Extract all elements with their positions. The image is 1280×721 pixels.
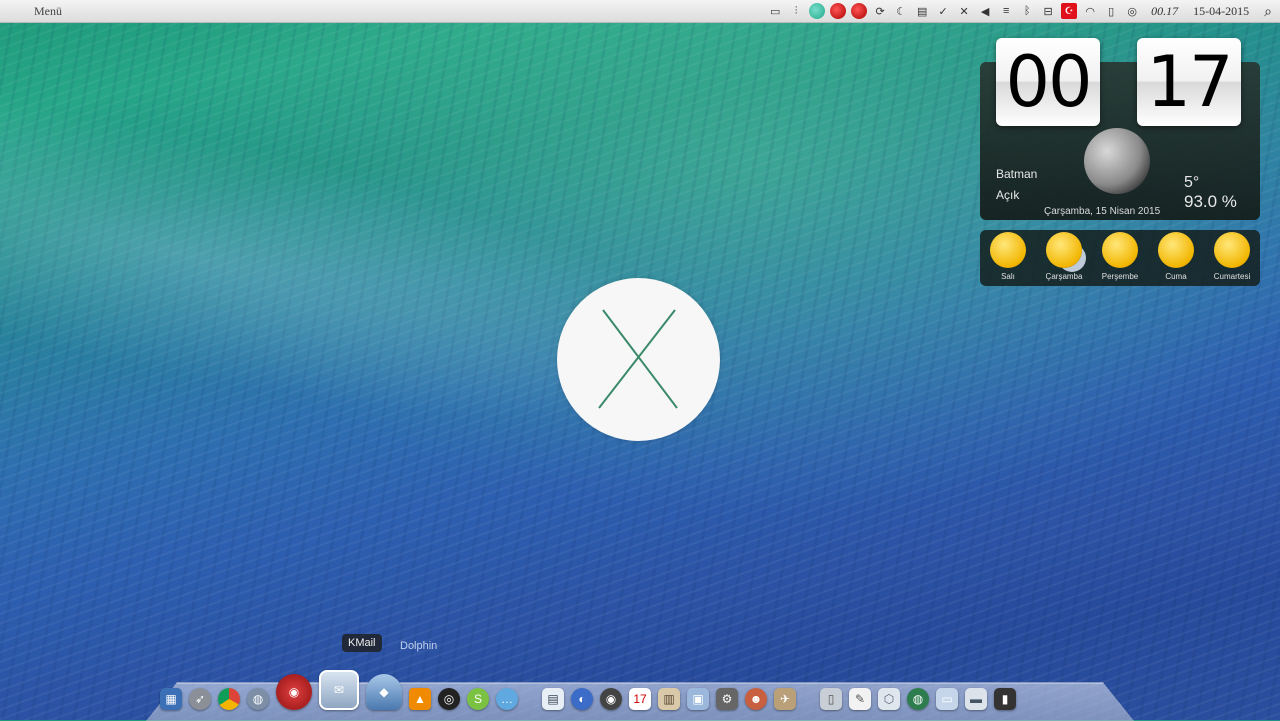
dock-tooltip: KMail — [342, 634, 382, 652]
menu-label[interactable]: Menü — [34, 4, 62, 19]
forecast-day: Cumartesi — [1204, 232, 1260, 281]
forecast-day-label: Çarşamba — [1045, 272, 1083, 281]
forecast-day: Salı — [980, 232, 1036, 281]
forecast-day: Çarşamba — [1036, 232, 1092, 281]
photo-icon[interactable]: ▣ — [687, 688, 709, 710]
x-mark-icon — [598, 309, 678, 409]
settings-icon[interactable]: ⚙ — [716, 688, 738, 710]
game-icon[interactable]: ☻ — [745, 688, 767, 710]
flag-icon[interactable]: ☪ — [1061, 3, 1078, 19]
forecast-day: Cuma — [1148, 232, 1204, 281]
media-icon[interactable] — [851, 3, 868, 19]
weather-forecast: Salı Çarşamba Perşembe Cuma Cumartesi — [980, 230, 1260, 286]
forecast-day-label: Cuma — [1165, 272, 1187, 281]
system-tray: ▭ ⫶ ⟳ ☾ ▤ ✓ ✕ ◀ ≡ ᛒ ⊟ ☪ ◠ ▯ ◎ 00.17 15-0… — [767, 3, 1280, 20]
kmail-icon[interactable]: ✉ — [319, 670, 359, 710]
launchpad-icon[interactable]: ➶ — [189, 688, 211, 710]
check-icon[interactable]: ✓ — [935, 3, 951, 19]
weather-condition: Açık — [996, 188, 1020, 202]
books-icon[interactable]: ▥ — [658, 688, 680, 710]
moon-icon — [1084, 128, 1150, 194]
network-icon[interactable]: ≡ — [998, 3, 1014, 19]
dolphin-icon[interactable]: ◆ — [366, 674, 402, 710]
terminal-icon[interactable]: ▮ — [994, 688, 1016, 710]
moon-icon[interactable]: ☾ — [893, 3, 909, 19]
weather-date: Çarşamba, 15 Nisan 2015 — [1044, 206, 1161, 217]
user-icon[interactable]: ◎ — [1124, 3, 1140, 19]
device-icon[interactable]: ▭ — [767, 3, 783, 19]
notes-icon[interactable]: ✎ — [849, 688, 871, 710]
menubar-date[interactable]: 15-04-2015 — [1193, 4, 1249, 19]
phone-app-icon[interactable]: ▯ — [820, 688, 842, 710]
clock-hours: 00 — [996, 38, 1100, 126]
sync-icon[interactable]: ⟳ — [872, 3, 888, 19]
tools-icon[interactable]: ✕ — [956, 3, 972, 19]
forecast-day-label: Cumartesi — [1213, 272, 1251, 281]
clock-weather-widget[interactable]: 00 17 Batman Açık 5° 93.0 % Çarşamba, 15… — [980, 36, 1260, 286]
camera-icon[interactable]: ◉ — [600, 688, 622, 710]
wifi-icon[interactable]: ◠ — [1082, 3, 1098, 19]
dashboard-icon[interactable]: ◎ — [438, 688, 460, 710]
chrome-icon[interactable] — [218, 688, 240, 710]
bluetooth-icon[interactable]: ᛒ — [1019, 3, 1035, 19]
partly-cloudy-icon — [1046, 232, 1082, 268]
search-icon[interactable]: ⌕ — [1264, 3, 1272, 20]
calendar-icon[interactable]: 17 — [629, 688, 651, 710]
weather-humidity: 93.0 % — [1184, 192, 1237, 211]
skype-icon[interactable]: S — [467, 688, 489, 710]
media-player-icon[interactable]: ◉ — [276, 674, 312, 710]
drive-icon[interactable]: ▬ — [965, 688, 987, 710]
volume-icon[interactable]: ◀ — [977, 3, 993, 19]
bird-icon[interactable]: ✈ — [774, 688, 796, 710]
weather-temperature: 5° — [1184, 174, 1200, 191]
forecast-day-label: Salı — [1001, 272, 1015, 281]
top-menubar: Menü ▭ ⫶ ⟳ ☾ ▤ ✓ ✕ ◀ ≡ ᛒ ⊟ ☪ ◠ ▯ ◎ 00.17… — [0, 0, 1280, 23]
sun-icon — [1158, 232, 1194, 268]
package-icon[interactable]: ⬡ — [878, 688, 900, 710]
forecast-day: Perşembe — [1092, 232, 1148, 281]
record-icon[interactable] — [830, 3, 847, 19]
dock-hover-label: Dolphin — [400, 640, 438, 652]
phone-icon[interactable]: ▯ — [1103, 3, 1119, 19]
sun-icon — [1102, 232, 1138, 268]
dock: ▦ ➶ ◍ ◉ ✉ ◆ ▲ ◎ S … ▤ ◐ ◉ 17 ▥ ▣ ⚙ ☻ ✈ ▯… — [160, 660, 1120, 710]
sun-icon — [990, 232, 1026, 268]
globe-icon[interactable]: ◍ — [247, 688, 269, 710]
forecast-day-label: Perşembe — [1101, 272, 1139, 281]
weather-city: Batman — [996, 167, 1038, 181]
folder-icon[interactable]: ▭ — [936, 688, 958, 710]
browser-icon[interactable]: ◐ — [571, 688, 593, 710]
app-icon[interactable] — [809, 3, 826, 19]
usb-icon[interactable]: ⊟ — [1040, 3, 1056, 19]
book-icon[interactable]: ▤ — [914, 3, 930, 19]
finder-icon[interactable]: ▦ — [160, 688, 182, 710]
chat-icon[interactable]: … — [496, 688, 518, 710]
clock-minutes: 17 — [1137, 38, 1241, 126]
document-icon[interactable]: ▤ — [542, 688, 564, 710]
vlc-icon[interactable]: ▲ — [409, 688, 431, 710]
earth-icon[interactable]: ◍ — [907, 688, 929, 710]
osx-logo — [557, 278, 720, 441]
clipboard-icon[interactable]: ⫶ — [788, 3, 804, 19]
sun-icon — [1214, 232, 1250, 268]
menubar-clock[interactable]: 00.17 — [1151, 4, 1178, 19]
